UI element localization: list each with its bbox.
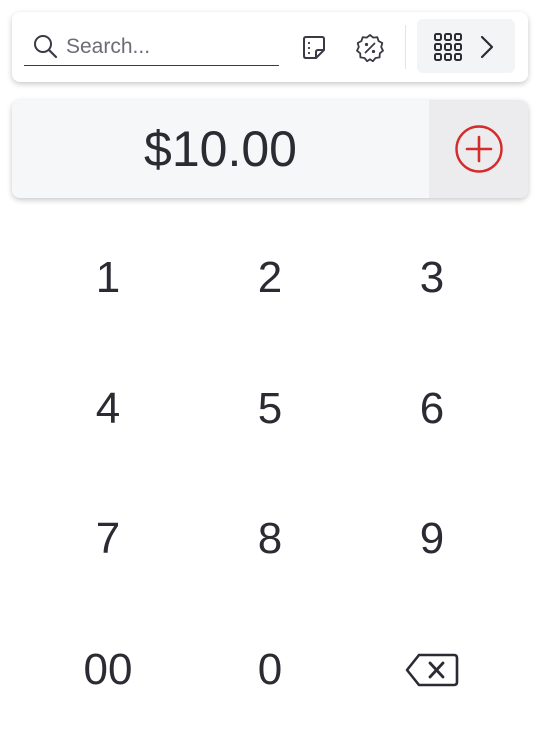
amount-display: $10.00 bbox=[12, 100, 528, 198]
key-4[interactable]: 4 bbox=[27, 344, 189, 475]
backspace-button[interactable] bbox=[351, 605, 513, 736]
search-input[interactable] bbox=[66, 32, 271, 62]
item-library-button[interactable] bbox=[417, 19, 515, 73]
keypad: 1 2 3 4 5 6 7 8 9 00 0 bbox=[27, 213, 513, 735]
add-amount-button[interactable] bbox=[429, 100, 528, 198]
search-icon bbox=[34, 35, 58, 59]
key-6[interactable]: 6 bbox=[351, 344, 513, 475]
key-2[interactable]: 2 bbox=[189, 213, 351, 344]
key-0[interactable]: 0 bbox=[189, 605, 351, 736]
chevron-right-icon bbox=[480, 35, 494, 59]
amount-value: $10.00 bbox=[144, 121, 297, 177]
key-7[interactable]: 7 bbox=[27, 474, 189, 605]
notes-button[interactable] bbox=[297, 31, 331, 65]
key-3[interactable]: 3 bbox=[351, 213, 513, 344]
toolbar-divider bbox=[405, 25, 406, 69]
key-9[interactable]: 9 bbox=[351, 474, 513, 605]
key-1[interactable]: 1 bbox=[27, 213, 189, 344]
sticky-note-icon bbox=[303, 36, 325, 59]
plus-circle-icon bbox=[454, 125, 503, 173]
key-00[interactable]: 00 bbox=[27, 605, 189, 736]
top-toolbar bbox=[12, 12, 528, 82]
grid-icon bbox=[434, 33, 462, 61]
calculator-screen: $10.00 1 2 3 4 5 6 7 8 9 00 0 bbox=[0, 0, 540, 755]
key-5[interactable]: 5 bbox=[189, 344, 351, 475]
search-bar[interactable] bbox=[24, 28, 279, 66]
backspace-icon bbox=[405, 653, 459, 687]
discount-button[interactable] bbox=[353, 31, 387, 65]
discount-badge-icon bbox=[356, 34, 384, 63]
key-8[interactable]: 8 bbox=[189, 474, 351, 605]
